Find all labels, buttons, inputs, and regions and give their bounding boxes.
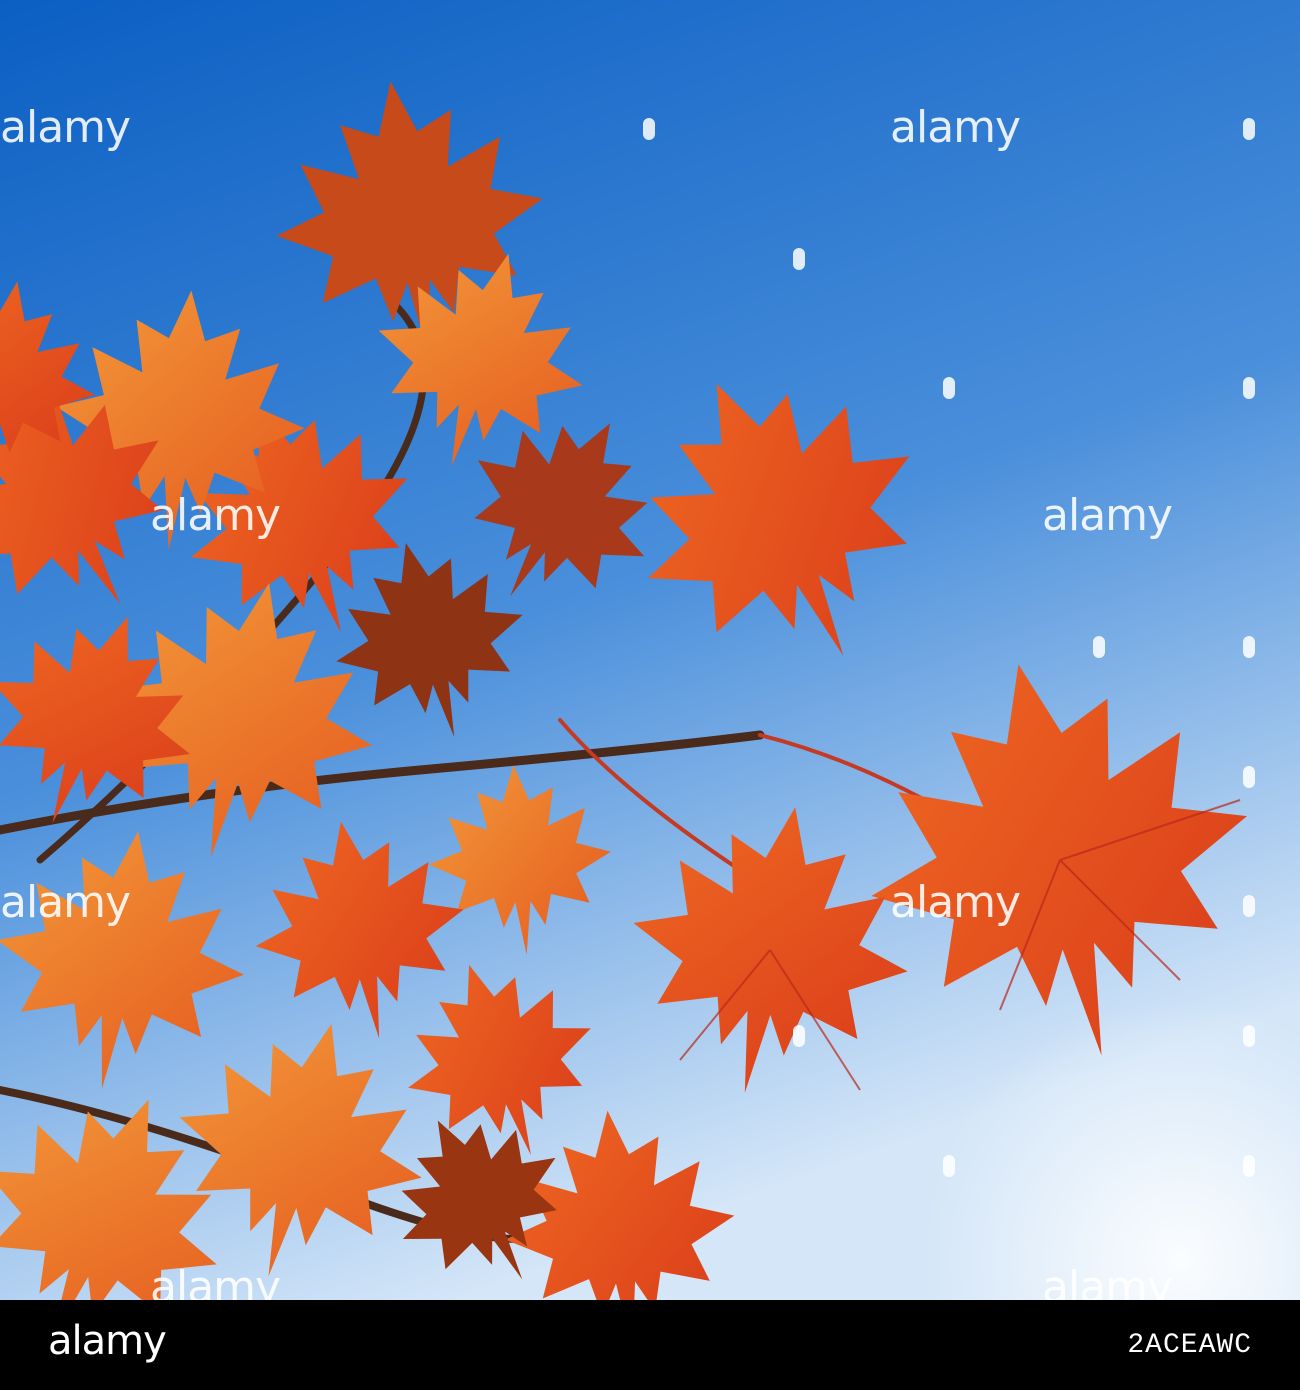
- watermark-dot: [1093, 636, 1105, 658]
- watermark-text: alamy: [150, 490, 281, 541]
- watermark-dot: [793, 1025, 805, 1047]
- watermark-dot: [1243, 377, 1255, 399]
- watermark-dot: [1243, 636, 1255, 658]
- alamy-logo: alamy: [48, 1318, 167, 1364]
- watermark-dot: [793, 248, 805, 270]
- watermark-dot: [943, 1155, 955, 1177]
- watermark-text: alamy: [890, 102, 1021, 153]
- watermark-dot: [1243, 895, 1255, 917]
- footer-strip: alamy 2ACEAWC: [0, 1300, 1300, 1390]
- watermark-text: alamy: [890, 877, 1021, 928]
- watermark-text: alamy: [0, 102, 131, 153]
- watermark-dot: [1243, 1025, 1255, 1047]
- watermark-text: alamy: [0, 877, 131, 928]
- watermark-dot: [943, 377, 955, 399]
- watermark-dot: [1243, 1155, 1255, 1177]
- watermark-dot: [643, 118, 655, 140]
- maple-leaves-photo: [0, 0, 1300, 1300]
- image-code: 2ACEAWC: [1127, 1330, 1252, 1361]
- watermark-dot: [1243, 118, 1255, 140]
- photo: [0, 0, 1300, 1300]
- watermark-text: alamy: [1042, 490, 1173, 541]
- watermark-dot: [1243, 766, 1255, 788]
